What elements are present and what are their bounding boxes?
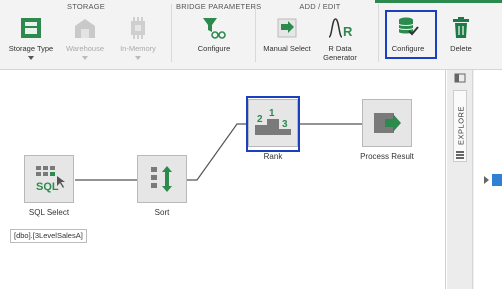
memory-chip-icon [125, 15, 151, 41]
manual-select-label: Manual Select [263, 44, 311, 53]
active-tab-accent [375, 0, 502, 3]
r-data-generator-button[interactable]: R R Data Generator [309, 12, 371, 68]
chevron-down-icon[interactable] [28, 56, 34, 60]
storage-type-icon [18, 15, 44, 41]
node-sql-select[interactable]: SQL SQL Select [17, 155, 81, 217]
sql-select-node-box[interactable]: SQL [24, 155, 74, 203]
panel-tab-strip: EXPLORE [447, 70, 473, 289]
storage-type-button[interactable]: Storage Type [0, 12, 62, 68]
ribbon-toolbar: STORAGE BRIDGE PARAMETERS ADD / EDIT Sto… [0, 0, 502, 70]
sql-select-tooltip: [dbo].[3LevelSalesA] [10, 229, 87, 243]
right-panel: EXPLORE [447, 70, 502, 289]
storage-type-label: Storage Type [8, 44, 54, 53]
manual-select-icon [274, 15, 300, 41]
bridge-parameters-configure-button[interactable]: Configure [183, 12, 245, 68]
delete-label: Delete [450, 44, 472, 53]
delete-button[interactable]: Delete [430, 12, 492, 68]
r-data-generator-icon: R [327, 15, 353, 41]
in-memory-label: In-Memory [120, 44, 156, 53]
rank-label: Rank [263, 152, 283, 161]
r-data-generator-label: R Data Generator [323, 44, 357, 62]
node-process-result[interactable]: Process Result [354, 99, 420, 161]
explore-tab-label: EXPLORE [456, 106, 466, 145]
group-label-storage: STORAGE [67, 2, 105, 11]
sql-select-label: SQL Select [28, 208, 70, 217]
sort-label: Sort [154, 208, 170, 217]
chevron-down-icon[interactable] [135, 56, 141, 60]
group-label-bridge-parameters: BRIDGE PARAMETERS [176, 2, 262, 11]
trash-icon [448, 15, 474, 41]
process-result-node-box[interactable] [362, 99, 412, 147]
sort-icon [151, 166, 172, 192]
group-divider [171, 4, 172, 62]
chevron-down-icon[interactable] [82, 56, 88, 60]
svg-text:SQL: SQL [36, 181, 59, 193]
process-result-label: Process Result [360, 152, 414, 161]
warehouse-icon [72, 15, 98, 41]
group-label-add-edit: ADD / EDIT [299, 2, 341, 11]
rank-highlight-box [246, 96, 300, 152]
in-memory-button[interactable]: In-Memory [107, 12, 169, 68]
workflow-canvas[interactable]: SQL SQL Select Sort 2 1 3 Rank Process R… [0, 70, 446, 289]
panel-toggle-icon[interactable] [454, 73, 466, 83]
sort-node-box[interactable] [137, 155, 187, 203]
sql-grid-icon: SQL [36, 166, 65, 193]
panel-list-icon[interactable] [455, 150, 465, 160]
expand-arrow-icon[interactable] [484, 176, 489, 184]
bridge-configure-label: Configure [197, 44, 231, 53]
svg-text:R: R [343, 24, 353, 39]
selected-item-indicator[interactable] [492, 174, 502, 186]
filter-glasses-icon [201, 15, 227, 41]
warehouse-label: Warehouse [65, 44, 105, 53]
process-result-icon [374, 113, 401, 133]
node-sort[interactable]: Sort [130, 155, 194, 217]
